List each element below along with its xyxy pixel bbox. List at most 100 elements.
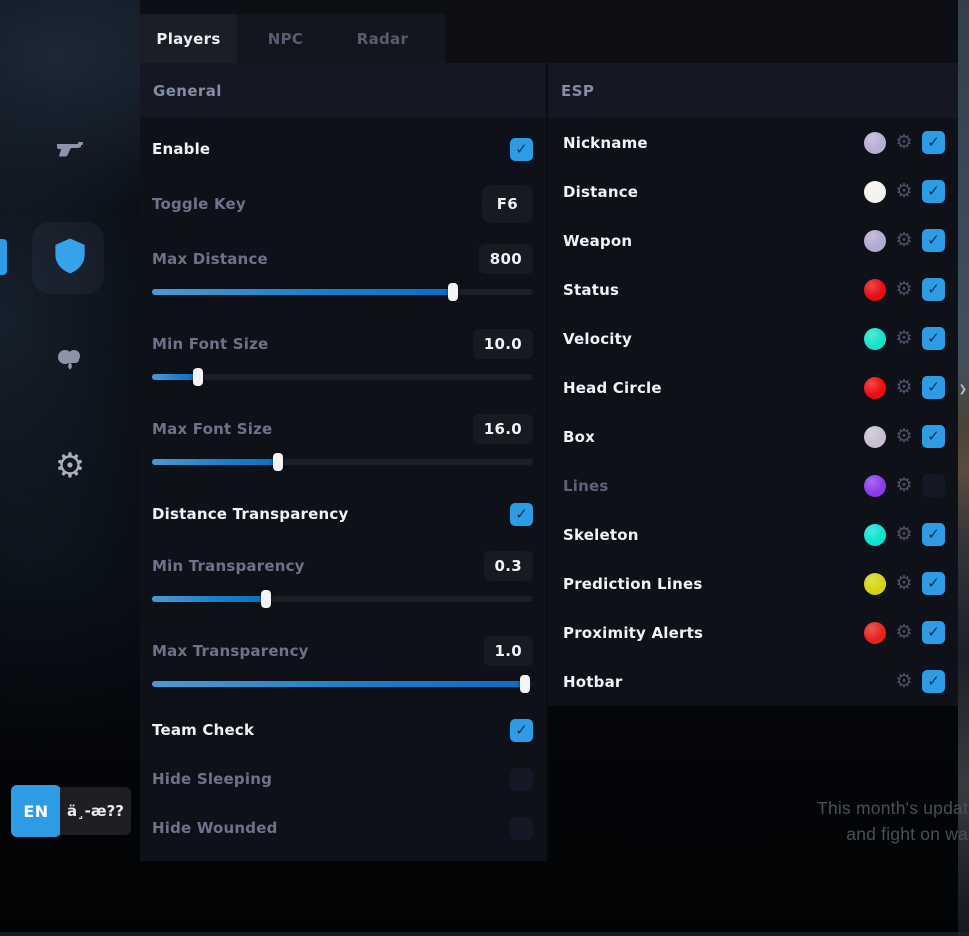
esp-item-checkbox[interactable]: ✓ (922, 572, 945, 595)
shield-icon (52, 237, 88, 279)
gear-icon[interactable]: ⚙ (893, 378, 915, 397)
esp-item-label: Weapon (563, 232, 632, 250)
slider-handle[interactable] (273, 453, 283, 471)
setting-label: Enable (152, 140, 210, 158)
sidebar-item-settings[interactable]: ⚙ (0, 446, 140, 486)
gear-icon[interactable]: ⚙ (893, 623, 915, 642)
color-swatch[interactable] (864, 230, 886, 252)
gear-icon[interactable]: ⚙ (893, 476, 915, 495)
color-swatch[interactable] (864, 426, 886, 448)
setting-label: Toggle Key (152, 195, 246, 213)
setting-row-min-font-size: Min Font Size 10.0 (152, 327, 533, 361)
slider-handle[interactable] (448, 283, 458, 301)
tab-players[interactable]: Players (140, 14, 237, 63)
slider-handle[interactable] (520, 675, 530, 693)
esp-item-checkbox[interactable]: ✓ (922, 425, 945, 448)
gear-icon[interactable]: ⚙ (893, 280, 915, 299)
color-swatch[interactable] (864, 328, 886, 350)
slider-handle[interactable] (193, 368, 203, 386)
gear-icon[interactable]: ⚙ (893, 133, 915, 152)
esp-item-controls: ⚙✓ (864, 278, 945, 301)
keybind-value[interactable]: F6 (482, 185, 533, 223)
esp-row: Hotbar ⚙ ✓ (548, 657, 958, 706)
esp-row: Velocity⚙✓ (548, 314, 958, 363)
sidebar-item-players[interactable] (0, 240, 140, 276)
language-en-button[interactable]: EN (11, 785, 61, 837)
slider-handle[interactable] (261, 590, 271, 608)
esp-item-checkbox[interactable]: ✓ (922, 327, 945, 350)
tab-npc[interactable]: NPC (237, 14, 334, 63)
esp-item-controls: ⚙✓ (864, 131, 945, 154)
gear-icon[interactable]: ⚙ (893, 427, 915, 446)
enable-checkbox[interactable]: ✓ (510, 138, 533, 161)
esp-row: Skeleton⚙✓ (548, 510, 958, 559)
sidebar-item-cloud[interactable] (0, 344, 140, 380)
hide-sleeping-checkbox[interactable]: ✓ (510, 768, 533, 791)
max-distance-slider[interactable] (152, 283, 533, 301)
esp-item-checkbox[interactable]: ✓ (922, 474, 945, 497)
check-icon: ✓ (927, 331, 940, 346)
setting-row-max-font-size: Max Font Size 16.0 (152, 412, 533, 446)
esp-item-controls: ⚙✓ (864, 523, 945, 546)
hide-wounded-checkbox[interactable]: ✓ (510, 817, 533, 840)
esp-row: Box⚙✓ (548, 412, 958, 461)
gear-icon[interactable]: ⚙ (893, 525, 915, 544)
team-check-checkbox[interactable]: ✓ (510, 719, 533, 742)
color-swatch[interactable] (864, 622, 886, 644)
esp-item-label: Lines (563, 477, 608, 495)
language-switcher: EN ä¸-æ?? (11, 785, 131, 837)
esp-item-checkbox[interactable]: ✓ (922, 376, 945, 399)
min-font-size-slider[interactable] (152, 368, 533, 386)
max-font-size-slider[interactable] (152, 453, 533, 471)
color-swatch[interactable] (864, 475, 886, 497)
setting-label: Min Font Size (152, 335, 268, 353)
esp-item-label: Distance (563, 183, 638, 201)
esp-panel: ESP Nickname⚙✓Distance⚙✓Weapon⚙✓Status⚙✓… (548, 63, 958, 706)
setting-label: Team Check (152, 721, 254, 739)
min-transparency-slider[interactable] (152, 590, 533, 608)
esp-list: Nickname⚙✓Distance⚙✓Weapon⚙✓Status⚙✓Velo… (548, 118, 958, 706)
color-swatch[interactable] (864, 524, 886, 546)
esp-item-checkbox[interactable]: ✓ (922, 278, 945, 301)
setting-label: Hide Wounded (152, 819, 278, 837)
esp-item-label: Hotbar (563, 673, 623, 691)
esp-item-controls: ⚙✓ (864, 180, 945, 203)
gear-icon[interactable]: ⚙ (893, 231, 915, 250)
color-swatch[interactable] (864, 377, 886, 399)
color-swatch-spacer (864, 671, 886, 693)
color-swatch[interactable] (864, 573, 886, 595)
setting-row-hide-wounded: Hide Wounded ✓ (152, 811, 533, 845)
gear-icon[interactable]: ⚙ (893, 672, 915, 691)
sidebar-item-weapons[interactable] (0, 134, 140, 174)
slider-value: 0.3 (484, 551, 533, 581)
esp-item-checkbox[interactable]: ✓ (922, 621, 945, 644)
color-swatch[interactable] (864, 132, 886, 154)
distance-transparency-checkbox[interactable]: ✓ (510, 503, 533, 526)
setting-label: Max Transparency (152, 642, 309, 660)
esp-item-checkbox[interactable]: ✓ (922, 229, 945, 252)
esp-item-checkbox[interactable]: ✓ (922, 670, 945, 693)
setting-row-enable: Enable ✓ (152, 132, 533, 166)
setting-row-toggle-key: Toggle Key F6 (152, 184, 533, 224)
esp-panel-title: ESP (548, 63, 958, 118)
check-icon: ✓ (515, 723, 528, 738)
esp-row: Status⚙✓ (548, 265, 958, 314)
esp-row: Nickname⚙✓ (548, 118, 958, 167)
color-swatch[interactable] (864, 181, 886, 203)
check-icon: ✓ (515, 507, 528, 522)
esp-row: Lines ⚙ ✓ (548, 461, 958, 510)
esp-item-checkbox[interactable]: ✓ (922, 523, 945, 546)
gear-icon[interactable]: ⚙ (893, 574, 915, 593)
general-panel-title: General (140, 63, 546, 118)
esp-item-checkbox[interactable]: ✓ (922, 131, 945, 154)
language-alt-button[interactable]: ä¸-æ?? (60, 787, 131, 835)
gear-icon[interactable]: ⚙ (893, 182, 915, 201)
slider-value: 1.0 (484, 636, 533, 666)
gear-icon[interactable]: ⚙ (893, 329, 915, 348)
esp-item-controls: ⚙✓ (864, 376, 945, 399)
esp-item-checkbox[interactable]: ✓ (922, 180, 945, 203)
max-transparency-slider[interactable] (152, 675, 533, 693)
setting-row-max-transparency: Max Transparency 1.0 (152, 634, 533, 668)
color-swatch[interactable] (864, 279, 886, 301)
tab-radar[interactable]: Radar (334, 14, 431, 63)
